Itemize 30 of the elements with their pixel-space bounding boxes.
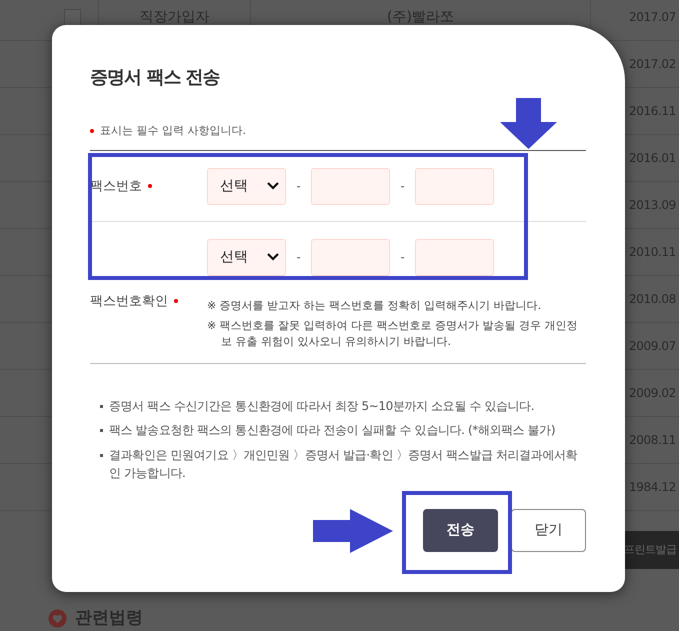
close-button[interactable]: 닫기 bbox=[511, 508, 586, 552]
dash-separator: - bbox=[399, 250, 406, 264]
input-field[interactable] bbox=[415, 238, 494, 276]
dash-separator: - bbox=[295, 250, 302, 264]
dash-separator: - bbox=[295, 179, 302, 193]
info-text: 증명서 팩스 수신기간은 통신환경에 따라서 최장 5~10분까지 소요될 수 있습니다. bbox=[109, 398, 534, 414]
info-text: 결과확인은 민원여기요 〉개인민원 〉증명서 발급·확인 〉증명서 팩스발급 처리결과에서확인 가능합니다. bbox=[109, 446, 578, 482]
send-button[interactable]: 전송 bbox=[423, 508, 498, 552]
bullet-icon bbox=[100, 429, 103, 432]
notice-text: ※ 팩스번호를 잘못 입력하여 다른 팩스번호로 증명서가 발송될 경우 개인정보 유출 위험이 있사오니 유의하시기 바랍니다. bbox=[207, 318, 579, 350]
field-label: 팩스번호 bbox=[90, 178, 142, 195]
bullet-icon bbox=[100, 454, 103, 457]
input-field[interactable] bbox=[311, 168, 390, 204]
dialog-title: 증명서 팩스 전송 bbox=[90, 66, 221, 89]
right-arrow-icon bbox=[313, 509, 393, 553]
field-label: 팩스번호확인 bbox=[90, 293, 168, 310]
notice-text: ※ 증명서를 받고자 하는 팩스번호를 정확히 입력해주시기 바랍니다. bbox=[207, 298, 542, 314]
down-arrow-icon bbox=[500, 98, 557, 149]
checkbox[interactable] bbox=[64, 8, 80, 26]
input-field[interactable] bbox=[311, 238, 390, 276]
info-text: 팩스 발송요청한 팩스의 통신환경에 따라 전송이 실패할 수 있습니다. (*해외팩스 불가) bbox=[109, 422, 556, 440]
area-code-select[interactable]: 선택 bbox=[207, 238, 286, 276]
bullet-icon bbox=[100, 404, 103, 408]
required-note: 표시는 필수 입력 사항입니다. bbox=[100, 123, 246, 138]
area-code-select[interactable]: 선택 bbox=[207, 168, 286, 204]
required-dot bbox=[90, 128, 94, 132]
chevron-down-icon bbox=[267, 182, 279, 190]
input-field[interactable] bbox=[415, 168, 494, 204]
dash-separator: - bbox=[399, 179, 406, 193]
chevron-down-icon bbox=[267, 253, 279, 261]
